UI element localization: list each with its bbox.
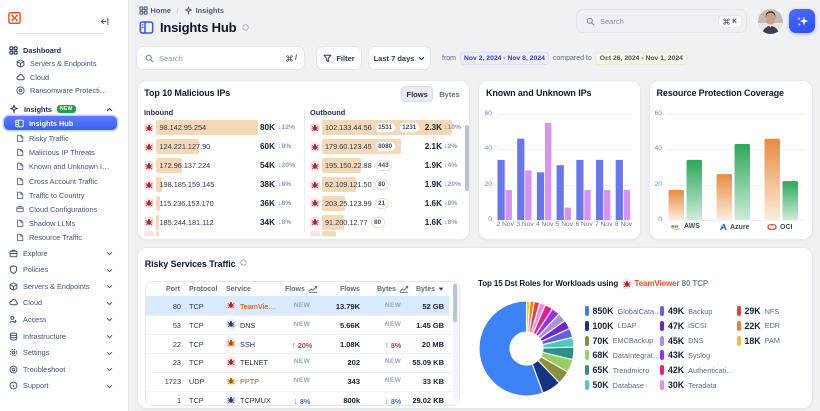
svg-text:aws: aws	[671, 223, 679, 228]
